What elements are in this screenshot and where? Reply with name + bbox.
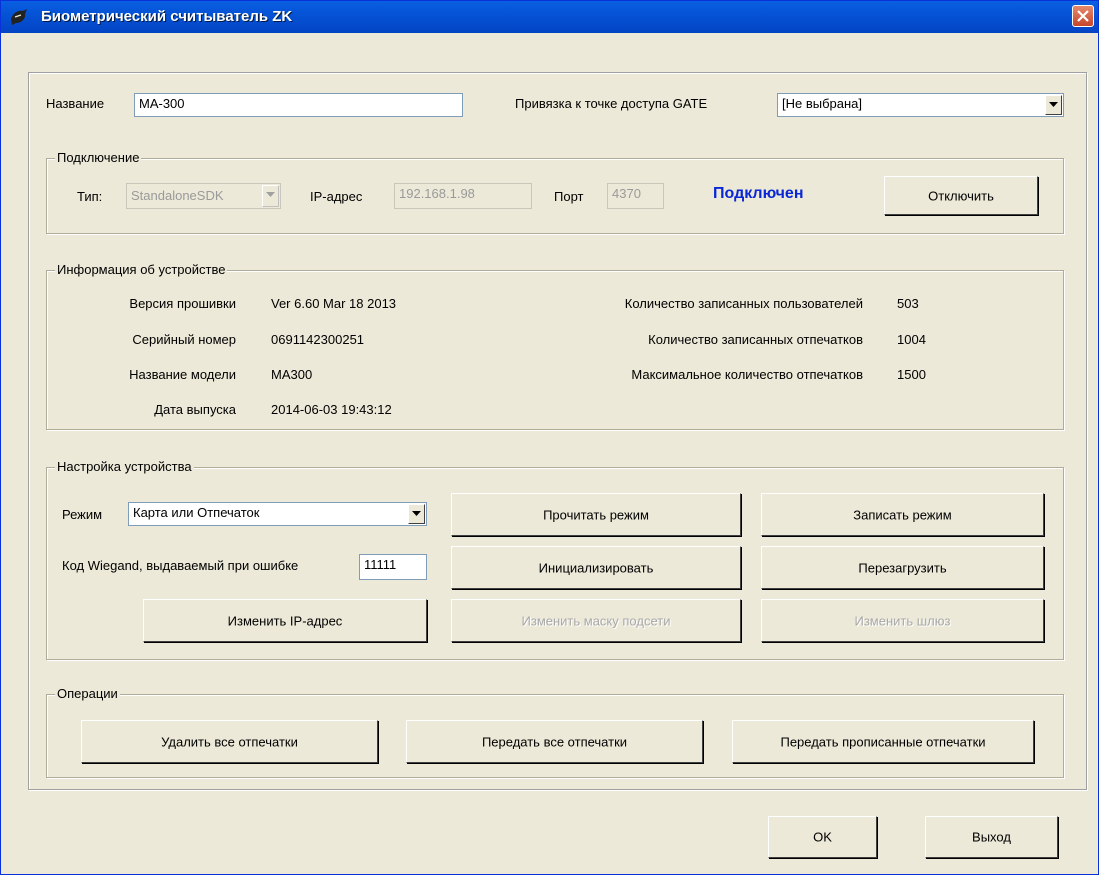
read-mode-button[interactable]: Прочитать режим <box>451 493 741 536</box>
change-ip-button[interactable]: Изменить IP-адрес <box>143 599 427 642</box>
type-dropdown-button <box>262 185 279 207</box>
prints-count-label: Количество записанных отпечатков <box>648 332 863 347</box>
disconnect-button-label: Отключить <box>928 188 994 203</box>
connection-status: Подключен <box>713 185 804 202</box>
transfer-all-prints-button[interactable]: Передать все отпечатки <box>406 720 703 763</box>
max-prints-value: 1500 <box>897 367 926 382</box>
prints-count-value: 1004 <box>897 332 926 347</box>
operations-group-title: Операции <box>55 686 120 701</box>
serial-value: 0691142300251 <box>271 332 365 347</box>
name-input[interactable]: MA-300 <box>134 93 463 117</box>
gate-label: Привязка к точке доступа GATE <box>515 96 708 111</box>
reboot-button[interactable]: Перезагрузить <box>761 546 1044 589</box>
mode-select-value: Карта или Отпечаток <box>133 505 260 520</box>
port-input: 4370 <box>607 183 664 209</box>
serial-label: Серийный номер <box>132 332 236 347</box>
initialize-label: Инициализировать <box>538 560 654 575</box>
chevron-down-icon <box>1049 102 1058 107</box>
change-ip-label: Изменить IP-адрес <box>227 613 343 628</box>
transfer-assigned-prints-button[interactable]: Передать прописанные отпечатки <box>732 720 1034 763</box>
exit-button[interactable]: Выход <box>925 816 1058 858</box>
disconnect-button[interactable]: Отключить <box>884 176 1038 215</box>
users-count-label: Количество записанных пользователей <box>624 296 863 311</box>
mode-dropdown-button[interactable] <box>408 504 425 524</box>
delete-all-prints-label: Удалить все отпечатки <box>161 734 298 749</box>
model-label: Название модели <box>129 367 236 382</box>
users-count-value: 503 <box>897 296 919 311</box>
change-mask-label: Изменить маску подсети <box>521 613 671 628</box>
type-select: StandaloneSDK <box>126 183 281 209</box>
mode-select[interactable]: Карта или Отпечаток <box>128 502 427 526</box>
mode-label: Режим <box>62 507 103 522</box>
release-date-label: Дата выпуска <box>154 402 236 417</box>
delete-all-prints-button[interactable]: Удалить все отпечатки <box>81 720 378 763</box>
ok-button[interactable]: OK <box>768 816 877 858</box>
gate-dropdown-button[interactable] <box>1045 95 1062 115</box>
window-title: Биометрический считыватель ZK <box>41 8 293 25</box>
connection-group-title: Подключение <box>55 150 142 165</box>
write-mode-label: Записать режим <box>853 507 952 522</box>
write-mode-button[interactable]: Записать режим <box>761 493 1044 536</box>
gate-select[interactable]: [Не выбрана] <box>777 93 1064 117</box>
ok-label: OK <box>813 829 832 845</box>
wiegand-label: Код Wiegand, выдаваемый при ошибке <box>62 558 299 573</box>
title-bar[interactable]: Биометрический считыватель ZK <box>1 1 1098 33</box>
max-prints-label: Максимальное количество отпечатков <box>631 367 863 382</box>
ip-input: 192.168.1.98 <box>394 183 532 209</box>
firmware-label: Версия прошивки <box>129 296 236 311</box>
initialize-button[interactable]: Инициализировать <box>451 546 741 589</box>
model-value: MA300 <box>271 367 313 382</box>
read-mode-label: Прочитать режим <box>543 507 649 522</box>
settings-group-title: Настройка устройства <box>55 459 194 474</box>
name-label: Название <box>46 96 105 111</box>
device-info-group-title: Информация об устройстве <box>55 262 228 277</box>
firmware-value: Ver 6.60 Mar 18 2013 <box>271 296 397 311</box>
change-gateway-label: Изменить шлюз <box>854 613 951 628</box>
type-select-value: StandaloneSDK <box>131 188 224 203</box>
fingerprint-app-icon <box>11 9 27 25</box>
chevron-down-icon <box>266 192 275 197</box>
release-date-value: 2014-06-03 19:43:12 <box>271 402 392 417</box>
wiegand-input[interactable]: 11111 <box>359 554 427 580</box>
port-label: Порт <box>554 189 584 204</box>
ip-label: IP-адрес <box>310 189 363 204</box>
reboot-label: Перезагрузить <box>858 560 947 575</box>
change-gateway-button: Изменить шлюз <box>761 599 1044 642</box>
chevron-down-icon <box>412 511 421 516</box>
type-label: Тип: <box>77 189 103 204</box>
change-mask-button: Изменить маску подсети <box>451 599 741 642</box>
transfer-assigned-prints-label: Передать прописанные отпечатки <box>780 734 986 749</box>
exit-label: Выход <box>972 829 1011 845</box>
dialog-window: Биометрический считыватель ZK Название M… <box>0 0 1099 875</box>
transfer-all-prints-label: Передать все отпечатки <box>481 734 628 749</box>
close-icon <box>1077 10 1089 22</box>
close-button[interactable] <box>1072 5 1094 27</box>
gate-select-value: [Не выбрана] <box>782 96 863 111</box>
